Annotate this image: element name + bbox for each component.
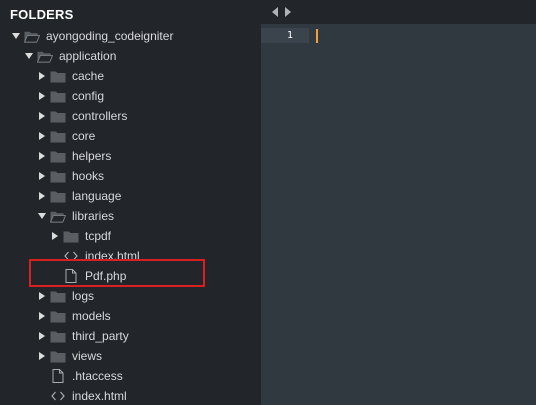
tree-item-core[interactable]: core xyxy=(0,126,261,146)
disclosure-closed-icon[interactable] xyxy=(50,226,60,246)
folder-icon xyxy=(50,286,66,306)
editor-pane[interactable]: 1 xyxy=(261,0,536,405)
disclosure-closed-icon[interactable] xyxy=(37,346,47,366)
disclosure-open-icon[interactable] xyxy=(24,46,34,66)
folder-open-icon xyxy=(24,26,40,46)
tree-item-label: third_party xyxy=(72,329,129,343)
tree-item-label: models xyxy=(72,309,111,323)
tree-item-label: index.html xyxy=(72,389,127,403)
disclosure-closed-icon[interactable] xyxy=(37,146,47,166)
tree-item-label: views xyxy=(72,349,103,363)
folder-open-icon xyxy=(37,46,53,66)
folder-icon xyxy=(50,146,66,166)
tree-item-label: language xyxy=(72,189,122,203)
disclosure-closed-icon[interactable] xyxy=(37,286,47,306)
tree-item-label: tcpdf xyxy=(85,229,112,243)
disclosure-open-icon[interactable] xyxy=(11,26,21,46)
disclosure-closed-icon[interactable] xyxy=(37,126,47,146)
code-file-icon xyxy=(50,386,66,405)
folder-icon xyxy=(50,86,66,106)
nav-back-icon[interactable] xyxy=(270,6,280,18)
sidebar: FOLDERS ayongoding_codeigniter applicatio… xyxy=(0,0,261,405)
tree-item-language[interactable]: language xyxy=(0,186,261,206)
folder-icon xyxy=(50,126,66,146)
tree-item-libraries[interactable]: libraries xyxy=(0,206,261,226)
disclosure-closed-icon[interactable] xyxy=(37,86,47,106)
tree-item-label: helpers xyxy=(72,149,112,163)
tree-item-models[interactable]: models xyxy=(0,306,261,326)
tree-item-label: ayongoding_codeigniter xyxy=(46,29,174,43)
disclosure-closed-icon[interactable] xyxy=(37,166,47,186)
tree-item-label: application xyxy=(59,49,117,63)
tree-item-third-party[interactable]: third_party xyxy=(0,326,261,346)
code-area[interactable] xyxy=(321,28,536,43)
tree-item-label: config xyxy=(72,89,105,103)
tree-item-helpers[interactable]: helpers xyxy=(0,146,261,166)
disclosure-closed-icon[interactable] xyxy=(37,326,47,346)
tree-item-index-html[interactable]: index.html xyxy=(0,386,261,405)
tree-item-htaccess[interactable]: .htaccess xyxy=(0,366,261,386)
tree-item-label: logs xyxy=(72,289,95,303)
tree-item-application[interactable]: application xyxy=(0,46,261,66)
folder-icon xyxy=(50,186,66,206)
folder-icon xyxy=(50,306,66,326)
folder-icon xyxy=(50,346,66,366)
tree-item-ayongoding-codeigniter[interactable]: ayongoding_codeigniter xyxy=(0,26,261,46)
folder-icon xyxy=(50,66,66,86)
tree-item-label: .htaccess xyxy=(72,369,123,383)
tree-item-label: hooks xyxy=(72,169,105,183)
tree-item-label: controllers xyxy=(72,109,128,123)
disclosure-closed-icon[interactable] xyxy=(37,186,47,206)
folder-icon xyxy=(50,166,66,186)
disclosure-open-icon[interactable] xyxy=(37,206,47,226)
folder-icon xyxy=(63,226,79,246)
tab-bar xyxy=(261,0,536,24)
text-caret xyxy=(316,29,318,43)
tree-item-controllers[interactable]: controllers xyxy=(0,106,261,126)
disclosure-closed-icon[interactable] xyxy=(37,66,47,86)
file-tree: ayongoding_codeigniter application cache co… xyxy=(0,26,261,405)
tree-item-hooks[interactable]: hooks xyxy=(0,166,261,186)
tree-item-config[interactable]: config xyxy=(0,86,261,106)
folders-header: FOLDERS xyxy=(10,7,74,22)
disclosure-closed-icon[interactable] xyxy=(37,106,47,126)
tree-item-views[interactable]: views xyxy=(0,346,261,366)
tree-item-label: cache xyxy=(72,69,105,83)
nav-forward-icon[interactable] xyxy=(283,6,293,18)
folder-icon xyxy=(50,326,66,346)
folder-open-icon xyxy=(50,206,66,226)
folder-icon xyxy=(50,106,66,126)
tree-item-logs[interactable]: logs xyxy=(0,286,261,306)
sublime-window: FOLDERS ayongoding_codeigniter applicatio… xyxy=(0,0,536,405)
tree-item-tcpdf[interactable]: tcpdf xyxy=(0,226,261,246)
tree-item-label: core xyxy=(72,129,96,143)
file-icon xyxy=(50,366,66,386)
tree-item-label: libraries xyxy=(72,209,115,223)
disclosure-closed-icon[interactable] xyxy=(37,306,47,326)
highlight-box xyxy=(29,259,205,287)
line-number: 1 xyxy=(286,30,293,41)
tree-item-cache[interactable]: cache xyxy=(0,66,261,86)
